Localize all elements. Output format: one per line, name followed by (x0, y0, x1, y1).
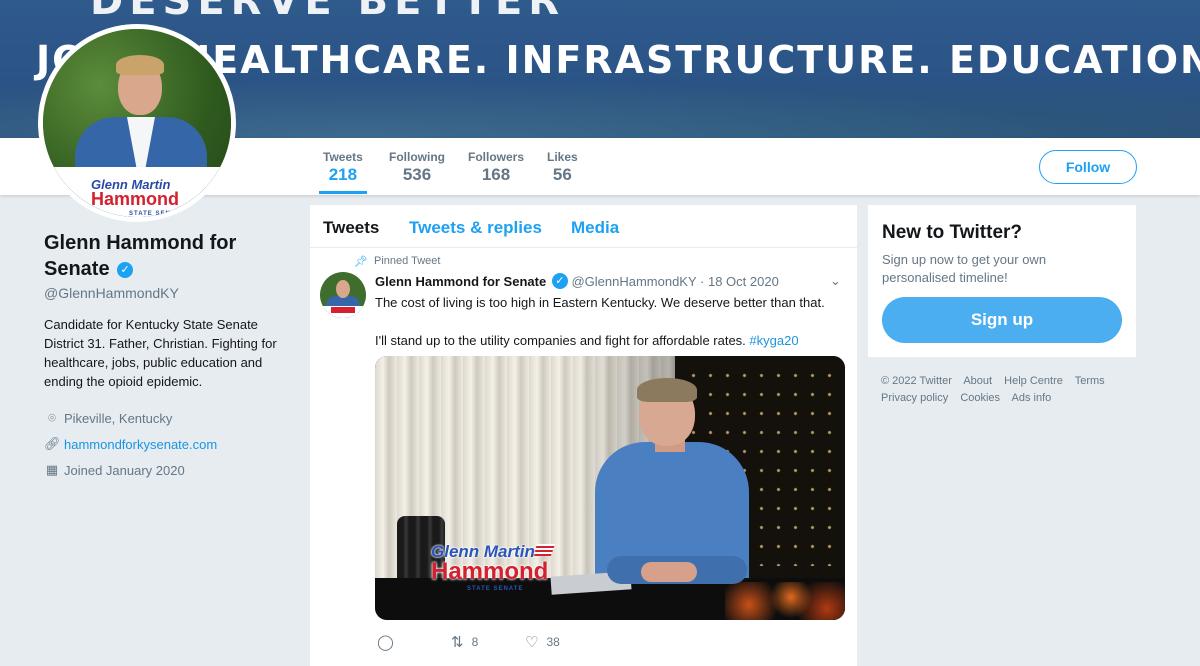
retweet-count: 8 (471, 635, 479, 649)
stat-value: 536 (402, 165, 432, 184)
profile-card: Glenn Hammond for Senate ✓ @GlennHammond… (44, 230, 284, 483)
footer-link-ads[interactable]: Ads info (1012, 392, 1052, 404)
footer-links: © 2022 Twitter About Help Centre Terms P… (881, 373, 1141, 407)
footer-link-cookies[interactable]: Cookies (960, 392, 1000, 404)
tweet-text-line1: The cost of living is too high in Easter… (375, 295, 825, 310)
tweet-handle[interactable]: @GlennHammondKY (571, 274, 696, 289)
like-button[interactable]: ♡ 38 (525, 633, 560, 651)
media-person-hands (641, 562, 697, 582)
tweet-avatar[interactable] (320, 272, 366, 318)
stat-label: Followers (468, 150, 525, 164)
tweet-text-body: I'll stand up to the utility companies a… (375, 333, 746, 348)
avatar-hair (116, 55, 164, 75)
media-logo-line2: Hammond (431, 558, 549, 585)
footer-link-about[interactable]: About (963, 375, 992, 387)
profile-handle[interactable]: @GlennHammondKY (44, 285, 284, 301)
link-icon: 🔗︎ (44, 436, 61, 451)
tab-tweets[interactable]: Tweets (323, 218, 379, 238)
website-link[interactable]: hammondforkysenate.com (64, 437, 217, 452)
avatar-logo-line2: Hammond (91, 189, 180, 209)
reply-button[interactable]: ◯ (377, 633, 402, 651)
avatar-logo-line3: STATE SENATE (129, 211, 186, 217)
profile-bio: Candidate for Kentucky State Senate Dist… (44, 317, 277, 389)
profile-location: ⌾ Pikeville, Kentucky (44, 405, 284, 431)
media-logo-line3: STATE SENATE (467, 586, 524, 592)
pin-icon: 📌︎ (354, 256, 368, 268)
follow-button[interactable]: Follow (1039, 150, 1137, 184)
media-flowers (725, 582, 845, 620)
tweet-header: Glenn Hammond for Senate ✓ @GlennHammond… (375, 273, 779, 289)
footer-link-privacy[interactable]: Privacy policy (881, 392, 948, 404)
profile-name[interactable]: Glenn Hammond for Senate ✓ (44, 230, 284, 282)
widget-title: New to Twitter? (882, 222, 1023, 243)
reply-icon: ◯ (377, 634, 394, 651)
hashtag-link[interactable]: #kyga20 (749, 333, 798, 348)
profile-name-text: Glenn Hammond for Senate (44, 232, 237, 280)
stat-likes[interactable]: Likes 56 (547, 150, 578, 185)
retweet-button[interactable]: ⇅ 8 (451, 633, 478, 651)
footer-link-help[interactable]: Help Centre (1004, 375, 1063, 387)
tweet-actions: ◯ ⇅ 8 ♡ 38 (375, 633, 845, 653)
widget-subtitle: Sign up now to get your own personalised… (882, 252, 1047, 285)
verified-badge-icon: ✓ (117, 262, 134, 278)
profile-avatar[interactable]: Glenn Martin Hammond STATE SENATE (38, 24, 236, 222)
stat-followers[interactable]: Followers 168 (468, 150, 524, 185)
retweet-icon: ⇅ (451, 634, 464, 651)
signup-button[interactable]: Sign up (882, 297, 1122, 343)
stat-value: 218 (328, 165, 358, 184)
stat-following[interactable]: Following 536 (389, 150, 445, 185)
timeline: Tweets Tweets & replies Media 📌︎ Pinned … (310, 205, 857, 666)
banner-top-text: DESERVE BETTER (90, 0, 566, 24)
tweet-media[interactable]: Glenn Martin Hammond STATE SENATE (375, 356, 845, 620)
location-pin-icon: ⌾ (48, 410, 56, 425)
stat-tweets[interactable]: Tweets 218 (319, 150, 367, 194)
calendar-icon: ▦ (45, 462, 59, 477)
location-text: Pikeville, Kentucky (64, 410, 173, 426)
stat-value: 168 (481, 165, 511, 184)
signup-widget: New to Twitter? Sign up now to get your … (868, 205, 1136, 357)
tweet-avatar-logo (331, 307, 355, 313)
tweet-author[interactable]: Glenn Hammond for Senate (375, 274, 546, 289)
timeline-tabs: Tweets Tweets & replies Media (310, 205, 857, 248)
media-person-hair (637, 378, 697, 402)
tweet-avatar-face (336, 280, 350, 298)
pinned-label: Pinned Tweet (374, 255, 441, 267)
profile-joined: ▦ Joined January 2020 (44, 457, 284, 483)
tab-media[interactable]: Media (571, 218, 619, 238)
stat-value: 56 (552, 165, 572, 184)
tab-tweets-replies[interactable]: Tweets & replies (409, 218, 542, 238)
chevron-down-icon[interactable]: ⌄ (830, 273, 841, 289)
tweet-text-line2: I'll stand up to the utility companies a… (375, 331, 845, 350)
verified-badge-icon: ✓ (551, 273, 568, 289)
stat-label: Likes (547, 150, 578, 164)
footer-copyright: © 2022 Twitter (881, 375, 952, 387)
profile-website: 🔗︎ hammondforkysenate.com (44, 431, 284, 457)
heart-icon: ♡ (525, 634, 539, 651)
tweet-date[interactable]: · 18 Oct 2020 (700, 274, 779, 289)
like-count: 38 (546, 635, 560, 649)
footer-link-terms[interactable]: Terms (1075, 375, 1105, 387)
stat-label: Tweets (323, 150, 363, 164)
stat-label: Following (389, 150, 445, 164)
joined-text: Joined January 2020 (64, 462, 185, 478)
profile-meta: ⌾ Pikeville, Kentucky 🔗︎ hammondforkysen… (44, 405, 284, 483)
